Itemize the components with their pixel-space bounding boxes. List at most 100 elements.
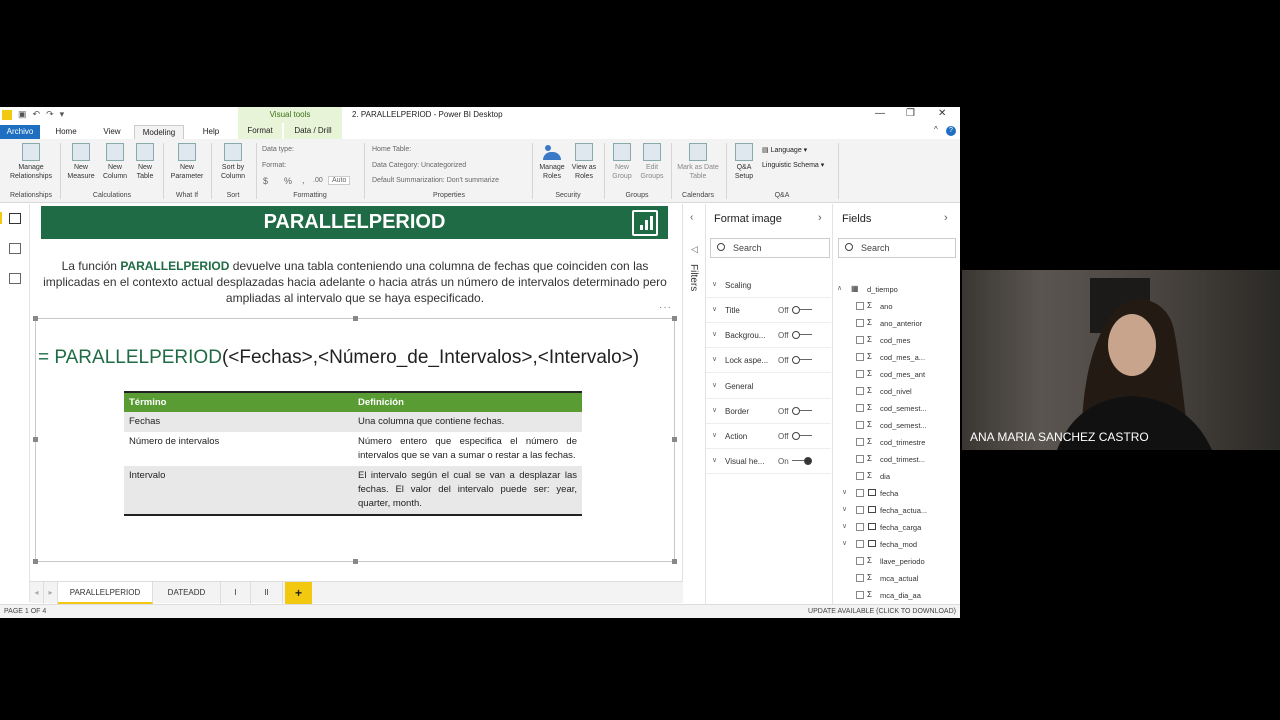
next-page-icon[interactable]: ▸: [44, 582, 58, 604]
customize-qat-icon[interactable]: ▾: [60, 109, 65, 120]
format-section-visual-header[interactable]: ∨ Visual he... On: [706, 449, 831, 474]
minimize-button[interactable]: —: [875, 108, 885, 119]
percent-button[interactable]: %: [284, 176, 292, 186]
mark-as-date-table-button[interactable]: Mark as Date Table: [674, 143, 722, 181]
border-toggle[interactable]: [792, 407, 812, 415]
page-tab-parallelperiod[interactable]: PARALLELPERIOD: [58, 582, 153, 604]
field-item[interactable]: Σano: [834, 298, 959, 315]
field-item[interactable]: Σcod_trimest...: [834, 451, 959, 468]
filters-pane-collapsed[interactable]: ‹ ◁ Filters: [684, 204, 706, 604]
lock-aspect-toggle[interactable]: [792, 356, 812, 364]
report-view-icon[interactable]: [9, 213, 21, 224]
field-checkbox[interactable]: [856, 319, 864, 327]
field-item[interactable]: Σdia: [834, 468, 959, 485]
field-item[interactable]: ∨ fecha: [834, 485, 959, 502]
collapse-format-icon[interactable]: ›: [818, 212, 822, 224]
new-group-button[interactable]: New Group: [607, 143, 637, 181]
chevron-down-icon[interactable]: ∨: [842, 488, 847, 496]
resize-handle[interactable]: [672, 559, 677, 564]
view-as-roles-button[interactable]: View as Roles: [568, 143, 600, 181]
field-item[interactable]: Σcod_mes: [834, 332, 959, 349]
decimal-places-stepper[interactable]: Auto: [328, 176, 351, 185]
resize-handle[interactable]: [33, 437, 38, 442]
tab-data-drill[interactable]: Data / Drill: [284, 123, 342, 139]
close-button[interactable]: ✕: [938, 108, 946, 119]
page-tab-dateadd[interactable]: DATEADD: [153, 582, 221, 604]
tab-help[interactable]: Help: [196, 125, 226, 139]
action-toggle[interactable]: [792, 432, 812, 440]
tab-view[interactable]: View: [95, 125, 129, 139]
undo-icon[interactable]: ↶: [33, 109, 41, 120]
model-view-icon[interactable]: [9, 273, 21, 284]
decimals-button[interactable]: .00: [313, 177, 323, 184]
field-checkbox[interactable]: [856, 336, 864, 344]
default-summarization-dropdown[interactable]: Default Summarization: Don't summarize: [372, 177, 499, 184]
field-item[interactable]: Σllave_periodo: [834, 553, 959, 570]
new-table-button[interactable]: New Table: [130, 143, 160, 181]
format-dropdown[interactable]: Format:: [262, 162, 286, 169]
fields-search-input[interactable]: Search: [838, 238, 956, 258]
resize-handle[interactable]: [672, 316, 677, 321]
new-parameter-button[interactable]: New Parameter: [166, 143, 208, 181]
edit-groups-button[interactable]: Edit Groups: [637, 143, 667, 181]
field-checkbox[interactable]: [856, 489, 864, 497]
format-section-title[interactable]: ∨ Title Off: [706, 298, 831, 323]
collapse-fields-icon[interactable]: ›: [944, 212, 948, 224]
qa-setup-button[interactable]: Q&A Setup: [730, 143, 758, 181]
sort-by-column-button[interactable]: Sort by Column: [214, 143, 252, 181]
field-item[interactable]: Σcod_mes_a...: [834, 349, 959, 366]
field-item[interactable]: ∨ fecha_mod: [834, 536, 959, 553]
field-checkbox[interactable]: [856, 438, 864, 446]
format-section-background[interactable]: ∨ Backgrou... Off: [706, 323, 831, 348]
currency-button[interactable]: $: [263, 176, 268, 186]
field-checkbox[interactable]: [856, 370, 864, 378]
manage-roles-button[interactable]: Manage Roles: [536, 143, 568, 181]
field-checkbox[interactable]: [856, 387, 864, 395]
format-section-lock-aspect[interactable]: ∨ Lock aspe... Off: [706, 348, 831, 373]
chevron-down-icon[interactable]: ∨: [842, 505, 847, 513]
update-available-link[interactable]: UPDATE AVAILABLE (CLICK TO DOWNLOAD): [808, 608, 956, 615]
format-section-general[interactable]: ∨ General: [706, 374, 831, 399]
manage-relationships-button[interactable]: Manage Relationships: [4, 143, 58, 181]
field-checkbox[interactable]: [856, 557, 864, 565]
comma-button[interactable]: ,: [302, 175, 305, 185]
add-page-button[interactable]: +: [285, 582, 312, 604]
page-tab-ii[interactable]: II: [251, 582, 283, 604]
help-icon[interactable]: ?: [946, 126, 956, 136]
field-item[interactable]: Σcod_semest...: [834, 417, 959, 434]
resize-handle[interactable]: [353, 316, 358, 321]
background-toggle[interactable]: [792, 331, 812, 339]
table-node-d-tiempo[interactable]: ∧ ▦ d_tiempo: [834, 281, 959, 298]
field-item[interactable]: Σcod_nivel: [834, 383, 959, 400]
tab-home[interactable]: Home: [48, 125, 84, 139]
resize-handle[interactable]: [33, 559, 38, 564]
format-section-scaling[interactable]: ∨ Scaling: [706, 273, 831, 298]
field-item[interactable]: ∨ fecha_carga: [834, 519, 959, 536]
resize-handle[interactable]: [353, 559, 358, 564]
field-item[interactable]: Σmca_actual: [834, 570, 959, 587]
more-options-button[interactable]: ···: [659, 302, 672, 313]
data-view-icon[interactable]: [9, 243, 21, 254]
expand-filters-icon[interactable]: ‹: [690, 212, 693, 223]
tab-modeling[interactable]: Modeling: [134, 125, 184, 139]
data-type-dropdown[interactable]: Data type:: [262, 146, 294, 153]
field-item[interactable]: Σano_anterior: [834, 315, 959, 332]
language-dropdown[interactable]: ▤ Language ▾: [762, 146, 807, 154]
field-checkbox[interactable]: [856, 353, 864, 361]
report-canvas[interactable]: PARALLELPERIOD La función PARALLELPERIOD…: [30, 204, 683, 584]
tab-format[interactable]: Format: [238, 123, 282, 139]
chevron-down-icon[interactable]: ∨: [842, 522, 847, 530]
field-checkbox[interactable]: [856, 540, 864, 548]
format-section-border[interactable]: ∨ Border Off: [706, 399, 831, 424]
field-checkbox[interactable]: [856, 472, 864, 480]
field-item[interactable]: Σcod_semest...: [834, 400, 959, 417]
field-checkbox[interactable]: [856, 506, 864, 514]
field-item[interactable]: Σcod_mes_ant: [834, 366, 959, 383]
save-icon[interactable]: ▣: [18, 109, 27, 120]
format-search-input[interactable]: Search: [710, 238, 830, 258]
resize-handle[interactable]: [33, 316, 38, 321]
tab-archivo[interactable]: Archivo: [0, 125, 40, 139]
new-column-button[interactable]: New Column: [98, 143, 132, 181]
field-checkbox[interactable]: [856, 574, 864, 582]
field-checkbox[interactable]: [856, 421, 864, 429]
